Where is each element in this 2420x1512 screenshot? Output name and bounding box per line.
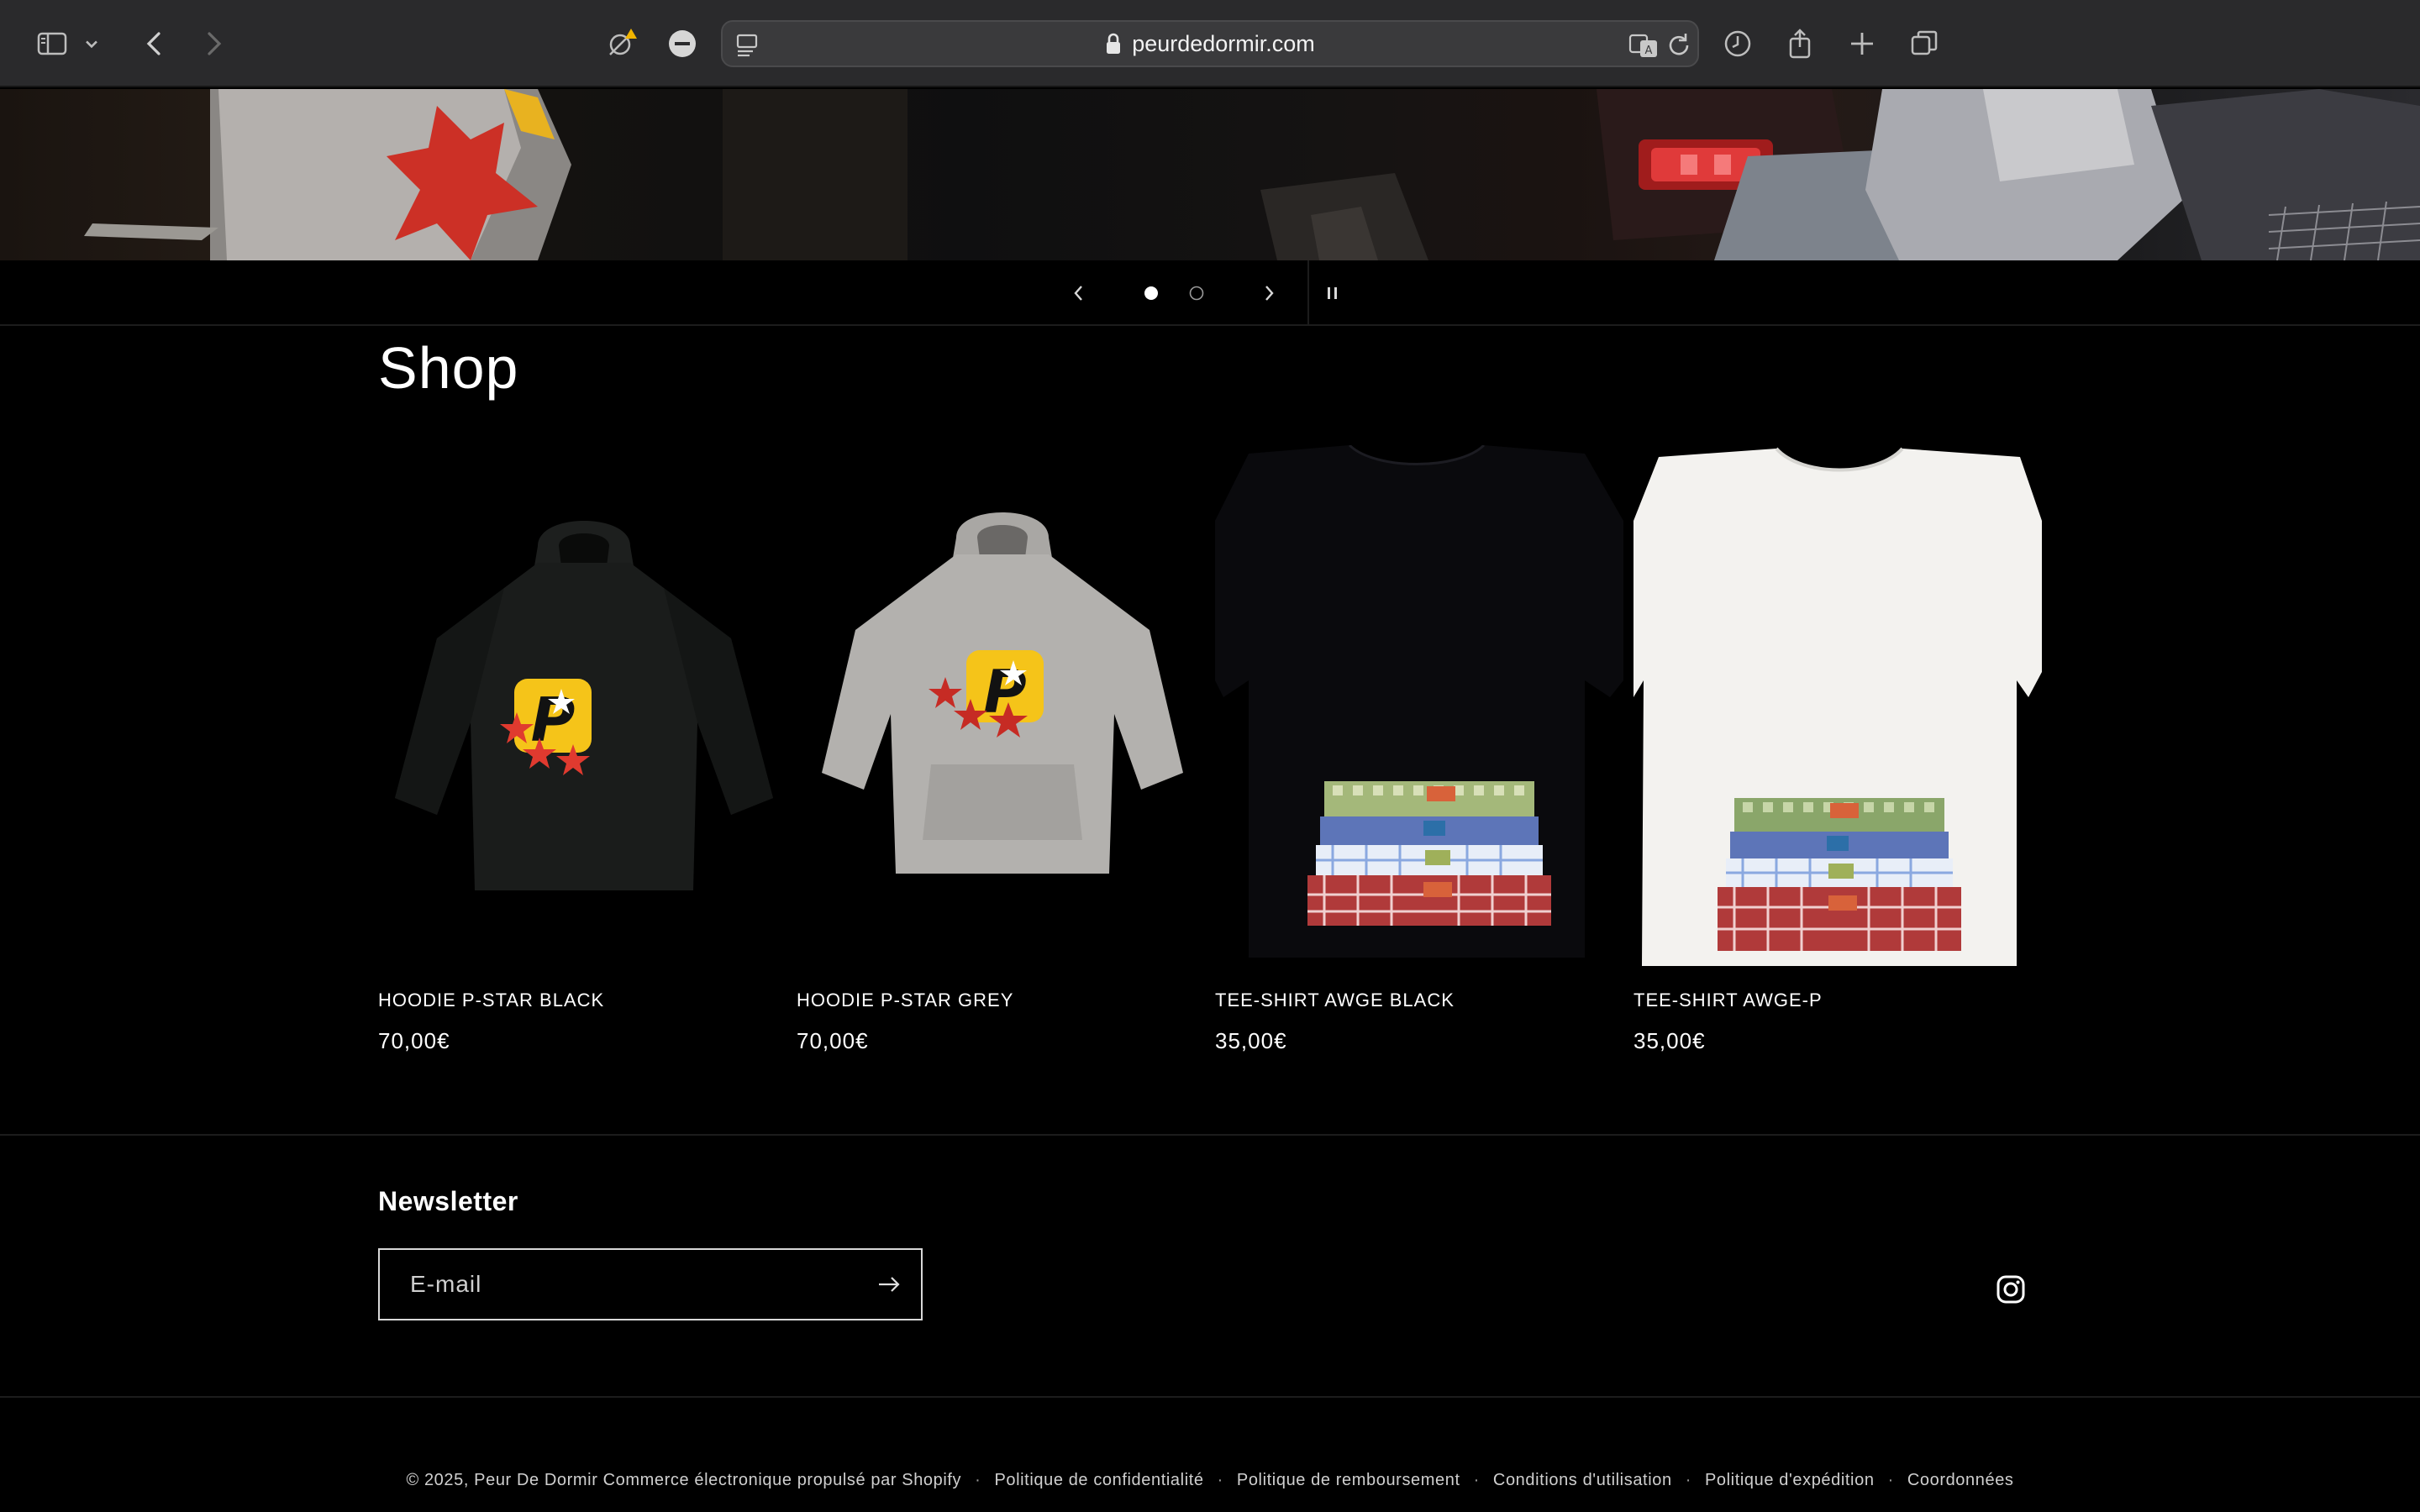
separator: ·: [1473, 1470, 1480, 1489]
separator: ·: [1217, 1470, 1223, 1489]
hero-banner-image: [0, 89, 2420, 260]
section-divider: [0, 1134, 2420, 1136]
product-card[interactable]: P HOODIE P-STAR BLACK 70,00€: [378, 445, 786, 1067]
slide-dot-2[interactable]: [1181, 260, 1212, 326]
separator: ·: [1685, 1470, 1691, 1489]
arrow-right-icon: [879, 1277, 900, 1292]
new-tab-icon[interactable]: [1840, 22, 1884, 66]
dot-active-icon: [1144, 286, 1158, 300]
footer-link-shipping[interactable]: Politique d'expédition: [1705, 1471, 1875, 1490]
product-price: 70,00€: [378, 1028, 450, 1053]
newsletter-form: [378, 1248, 923, 1320]
tab-overview-icon[interactable]: [1902, 22, 1946, 66]
newsletter-title: Newsletter: [378, 1186, 518, 1216]
hero-photo: [84, 89, 2420, 260]
slide-pause-button[interactable]: [1318, 260, 1348, 326]
lock-icon: [1107, 33, 1121, 54]
copyright-text: © 2025, Peur De Dormir Commerce électron…: [406, 1470, 962, 1489]
product-image-hoodie-black[interactable]: P: [378, 445, 786, 966]
url-text: peurdedormir.com: [1132, 30, 1315, 56]
separator: ·: [975, 1470, 981, 1489]
slide-next-button[interactable]: [1250, 260, 1287, 326]
product-card[interactable]: P HOODIE P-STAR GREY 70,00€: [797, 445, 1205, 1067]
slide-prev-button[interactable]: [1060, 260, 1097, 326]
product-price: 35,00€: [1634, 1028, 1706, 1053]
translate-icon[interactable]: A: [1627, 29, 1660, 62]
product-card[interactable]: TEE-SHIRT AWGE-P 35,00€: [1634, 445, 2042, 1067]
slider-divider: [1307, 260, 1309, 326]
chevron-right-icon: [1265, 286, 1274, 301]
share-icon[interactable]: [1778, 22, 1822, 66]
block-icon[interactable]: [660, 22, 704, 66]
footer-link-terms[interactable]: Conditions d'utilisation: [1493, 1471, 1672, 1490]
instagram-icon[interactable]: [1996, 1275, 2025, 1304]
newsletter-submit-button[interactable]: [869, 1265, 909, 1304]
product-grid: P HOODIE P-STAR BLACK 70,00€ P HOODIE P-…: [378, 445, 2042, 1067]
chevron-left-icon: [1074, 286, 1082, 301]
separator: ·: [1887, 1470, 1894, 1489]
product-name[interactable]: HOODIE P-STAR BLACK: [378, 990, 604, 1011]
slideshow-controls: [0, 260, 2420, 326]
footer-link-refund[interactable]: Politique de remboursement: [1237, 1471, 1460, 1490]
product-name[interactable]: TEE-SHIRT AWGE-P: [1634, 990, 1823, 1011]
reload-icon[interactable]: [1662, 29, 1696, 62]
chevron-down-icon[interactable]: [77, 22, 106, 66]
footer-link-privacy[interactable]: Politique de confidentialité: [994, 1471, 1203, 1490]
shop-title: Shop: [378, 335, 519, 401]
history-icon[interactable]: [1716, 22, 1760, 66]
svg-text:A: A: [1645, 45, 1653, 57]
product-image-tee-black[interactable]: [1215, 445, 1623, 966]
product-image-tee-white[interactable]: [1634, 445, 2042, 966]
dot-inactive-icon: [1189, 286, 1204, 301]
address-bar[interactable]: peurdedormir.com A: [721, 20, 1699, 67]
email-input[interactable]: [410, 1250, 864, 1319]
slide-dot-1[interactable]: [1136, 260, 1166, 326]
url-display: peurdedormir.com: [723, 22, 1697, 66]
product-name[interactable]: HOODIE P-STAR GREY: [797, 990, 1013, 1011]
pause-icon: [1328, 287, 1337, 299]
privacy-shield-icon[interactable]: [598, 22, 642, 66]
product-image-hoodie-grey[interactable]: P: [797, 445, 1205, 966]
browser-toolbar: peurdedormir.com A: [0, 0, 2420, 87]
product-price: 35,00€: [1215, 1028, 1287, 1053]
product-card[interactable]: TEE-SHIRT AWGE BLACK 35,00€: [1215, 445, 1623, 1067]
footer-divider: [0, 1396, 2420, 1398]
footer-link-contact[interactable]: Coordonnées: [1907, 1471, 2014, 1490]
back-icon[interactable]: [133, 22, 176, 66]
product-price: 70,00€: [797, 1028, 869, 1053]
sidebar-icon[interactable]: [30, 22, 74, 66]
product-name[interactable]: TEE-SHIRT AWGE BLACK: [1215, 990, 1455, 1011]
footer: © 2025, Peur De Dormir Commerce électron…: [0, 1463, 2420, 1497]
forward-icon[interactable]: [192, 22, 235, 66]
